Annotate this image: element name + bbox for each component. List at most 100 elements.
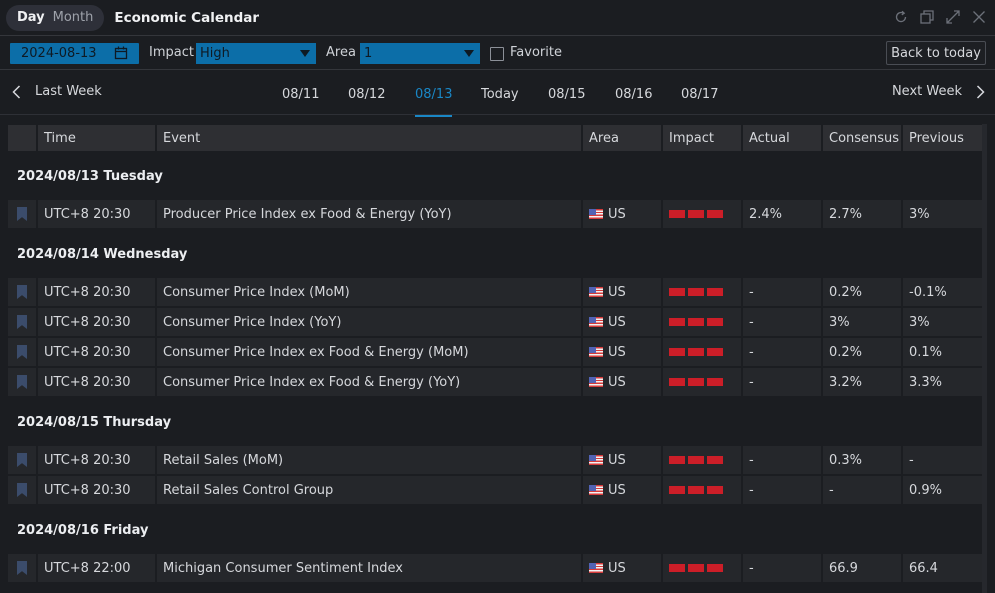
table-row[interactable]: UTC+8 20:30 Consumer Price Index ex Food … [8, 338, 983, 366]
actual-cell: 2.4% [743, 200, 823, 228]
favorite-label[interactable]: Favorite [510, 45, 562, 60]
table-row[interactable]: UTC+8 20:30 Consumer Price Index (MoM) US -… [8, 278, 983, 306]
area-code: US [608, 284, 626, 300]
time-cell: UTC+8 22:00 [38, 554, 157, 582]
bookmark-icon[interactable] [17, 483, 27, 497]
bookmark-icon[interactable] [17, 453, 27, 467]
impact-cell [663, 338, 743, 366]
column-header-time[interactable]: Time [38, 125, 157, 151]
impact-select-value: High [200, 46, 230, 61]
bookmark-icon[interactable] [17, 315, 27, 329]
chevron-down-icon [464, 50, 474, 57]
impact-bar [688, 318, 704, 326]
date-group-header: 2024/08/15 Thursday [8, 398, 983, 446]
event-cell[interactable]: Retail Sales (MoM) [157, 446, 583, 474]
consensus-cell: 0.3% [823, 446, 903, 474]
impact-bar [707, 378, 723, 386]
bookmark-cell[interactable] [8, 200, 38, 228]
last-week-button[interactable]: Last Week [12, 84, 102, 99]
table-row[interactable]: UTC+8 20:30 Consumer Price Index ex Food … [8, 368, 983, 396]
view-toggle-month[interactable]: Month [49, 10, 98, 25]
impact-cell [663, 368, 743, 396]
impact-bar [707, 564, 723, 572]
event-cell[interactable]: Consumer Price Index ex Food & Energy (M… [157, 338, 583, 366]
next-week-button[interactable]: Next Week [892, 84, 985, 99]
week-nav: Last Week 08/11 08/12 08/13 Today 08/15 … [0, 71, 995, 117]
event-cell[interactable]: Consumer Price Index ex Food & Energy (Y… [157, 368, 583, 396]
bookmark-icon[interactable] [17, 375, 27, 389]
area-cell: US [583, 278, 663, 306]
impact-cell [663, 446, 743, 474]
impact-bar [688, 378, 704, 386]
time-cell: UTC+8 20:30 [38, 308, 157, 336]
impact-bar [707, 456, 723, 464]
bookmark-icon[interactable] [17, 207, 27, 221]
day-tab-label: 08/15 [548, 87, 586, 102]
day-tab-label: 08/13 [415, 87, 453, 102]
bookmark-icon[interactable] [17, 561, 27, 575]
impact-bar [707, 288, 723, 296]
column-header-consensus[interactable]: Consensus [823, 125, 903, 151]
day-tab-0813[interactable]: 08/13 [415, 87, 453, 117]
impact-bar [669, 378, 685, 386]
bookmark-cell[interactable] [8, 446, 38, 474]
day-tab-0811[interactable]: 08/11 [282, 87, 319, 102]
us-flag-icon [589, 287, 603, 297]
event-cell[interactable]: Producer Price Index ex Food & Energy (Y… [157, 200, 583, 228]
table-row[interactable]: UTC+8 20:30 Retail Sales (MoM) US -0.3% - [8, 446, 983, 474]
refresh-icon[interactable] [893, 8, 909, 26]
time-cell: UTC+8 20:30 [38, 446, 157, 474]
column-header-event[interactable]: Event [157, 125, 583, 151]
impact-indicator [669, 210, 723, 218]
back-to-today-button[interactable]: Back to today [886, 41, 986, 65]
column-header-previous[interactable]: Previous [903, 125, 983, 151]
time-cell: UTC+8 20:30 [38, 476, 157, 504]
bookmark-cell[interactable] [8, 278, 38, 306]
scrollbar[interactable] [982, 124, 987, 593]
impact-bar [688, 456, 704, 464]
bookmark-icon[interactable] [17, 345, 27, 359]
table-row[interactable]: UTC+8 20:30 Retail Sales Control Group US -… [8, 476, 983, 504]
day-tab-0816[interactable]: 08/16 [615, 87, 652, 102]
column-header-actual[interactable]: Actual [743, 125, 823, 151]
actual-cell: - [743, 278, 823, 306]
column-header-area[interactable]: Area [583, 125, 663, 151]
event-cell[interactable]: Retail Sales Control Group [157, 476, 583, 504]
area-label: Area [326, 45, 356, 60]
table-row[interactable]: UTC+8 22:00 Michigan Consumer Sentiment I… [8, 554, 983, 582]
date-group-header: 2024/08/16 Friday [8, 506, 983, 554]
column-header-impact[interactable]: Impact [663, 125, 743, 151]
calendar-icon[interactable] [114, 46, 128, 64]
impact-bar [707, 210, 723, 218]
close-icon[interactable] [971, 8, 987, 26]
event-cell[interactable]: Michigan Consumer Sentiment Index [157, 554, 583, 582]
favorite-checkbox[interactable] [490, 47, 504, 61]
area-code: US [608, 482, 626, 498]
impact-bar [688, 564, 704, 572]
restore-icon[interactable] [919, 8, 935, 26]
day-tab-0812[interactable]: 08/12 [348, 87, 385, 102]
expand-icon[interactable] [945, 8, 961, 26]
date-picker[interactable]: 2024-08-13 [10, 43, 139, 64]
event-cell[interactable]: Consumer Price Index (MoM) [157, 278, 583, 306]
day-tab-0815[interactable]: 08/15 [548, 87, 585, 102]
table-row[interactable]: UTC+8 20:30 Producer Price Index ex Food … [8, 200, 983, 228]
consensus-cell: 0.2% [823, 338, 903, 366]
day-tab-today[interactable]: Today [481, 87, 519, 102]
day-tab-label: 08/17 [681, 87, 719, 102]
area-select[interactable]: 1 [360, 43, 480, 64]
impact-select[interactable]: High [196, 43, 316, 64]
bookmark-icon[interactable] [17, 285, 27, 299]
bookmark-cell[interactable] [8, 308, 38, 336]
previous-cell: 0.9% [903, 476, 983, 504]
table-row[interactable]: UTC+8 20:30 Consumer Price Index (YoY) US -… [8, 308, 983, 336]
bookmark-cell[interactable] [8, 476, 38, 504]
view-toggle-day[interactable]: Day [13, 10, 49, 25]
day-tab-label: 08/12 [348, 87, 386, 102]
bookmark-cell[interactable] [8, 554, 38, 582]
us-flag-icon [589, 377, 603, 387]
bookmark-cell[interactable] [8, 368, 38, 396]
bookmark-cell[interactable] [8, 338, 38, 366]
event-cell[interactable]: Consumer Price Index (YoY) [157, 308, 583, 336]
day-tab-0817[interactable]: 08/17 [681, 87, 718, 102]
